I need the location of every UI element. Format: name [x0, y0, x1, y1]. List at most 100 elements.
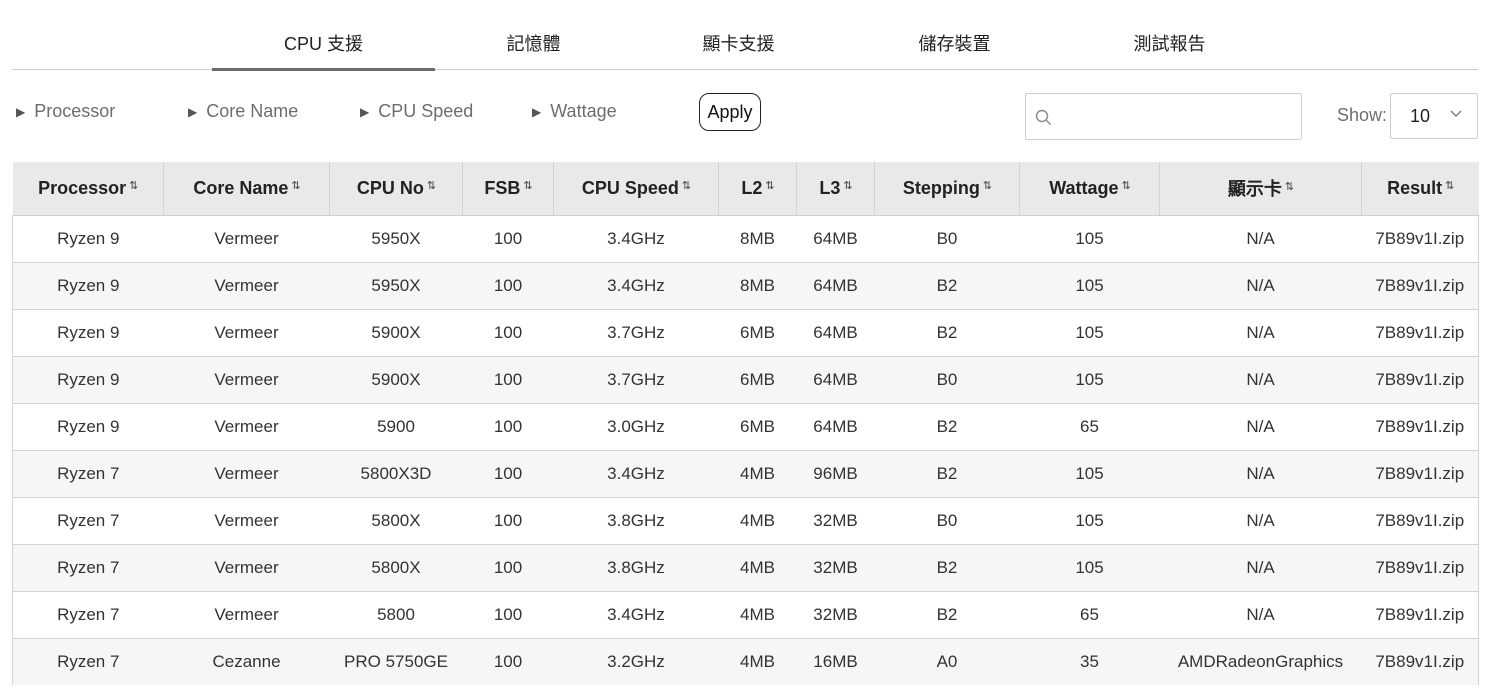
table-row[interactable]: Ryzen 7 Cezanne PRO 5750GE 100 3.2GHz 4MB 16MB…	[12, 637, 1479, 685]
sort-icon[interactable]: ⇅	[1285, 181, 1294, 193]
page-size-select[interactable]: 10	[1390, 93, 1478, 139]
sort-icon[interactable]: ⇅	[983, 180, 992, 192]
filter-core-name[interactable]: ▶ Core Name	[188, 101, 298, 122]
table-cell: 32MB	[796, 590, 875, 638]
table-cell: 6MB	[718, 402, 797, 450]
sort-icon[interactable]: ⇅	[291, 180, 300, 192]
table-cell: Vermeer	[163, 261, 330, 309]
table-cell[interactable]: 7B89v1I.zip	[1361, 214, 1479, 262]
tab-memory[interactable]: 記憶體	[472, 30, 595, 70]
table-cell: 100	[462, 496, 554, 544]
column-header[interactable]: 顯示卡 ⇅	[1159, 162, 1362, 215]
search-input[interactable]	[1058, 102, 1294, 132]
table-cell: 4MB	[718, 496, 797, 544]
table-cell: 3.4GHz	[553, 590, 719, 638]
table-cell[interactable]: 7B89v1I.zip	[1361, 402, 1479, 450]
table-cell: Ryzen 7	[12, 543, 164, 591]
table-cell: N/A	[1159, 590, 1362, 638]
column-header[interactable]: L3 ⇅	[796, 162, 875, 215]
filter-processor[interactable]: ▶ Processor	[16, 101, 115, 122]
table-cell: 3.4GHz	[553, 214, 719, 262]
sort-icon[interactable]: ⇅	[682, 180, 691, 192]
table-cell: B2	[874, 402, 1020, 450]
tab-cpu-support[interactable]: CPU 支援	[212, 30, 435, 71]
table-cell: 5800X	[329, 543, 463, 591]
table-cell: 32MB	[796, 496, 875, 544]
filter-cpu-speed-label: CPU Speed	[378, 101, 474, 121]
chevron-down-icon	[1450, 110, 1462, 117]
table-cell: 3.4GHz	[553, 449, 719, 497]
table-cell: 16MB	[796, 637, 875, 685]
expand-triangle-icon: ▶	[16, 104, 26, 119]
table-row[interactable]: Ryzen 9 Vermeer 5900 100 3.0GHz 6MB 64MB B2 65 N/…	[12, 402, 1479, 450]
column-header-label: Stepping	[902, 177, 980, 198]
table-cell[interactable]: 7B89v1I.zip	[1361, 496, 1479, 544]
table-cell: Ryzen 9	[12, 261, 164, 309]
table-cell[interactable]: 7B89v1I.zip	[1361, 308, 1479, 356]
table-cell: 6MB	[718, 308, 797, 356]
table-row[interactable]: Ryzen 7 Vermeer 5800X3D 100 3.4GHz 4MB 96MB B2 1…	[12, 449, 1479, 497]
column-header[interactable]: Core Name ⇅	[163, 162, 330, 215]
search-box[interactable]	[1025, 93, 1302, 140]
column-header[interactable]: Wattage ⇅	[1019, 162, 1160, 215]
show-label: Show:	[1337, 105, 1388, 125]
table-cell[interactable]: 7B89v1I.zip	[1361, 449, 1479, 497]
table-cell[interactable]: 7B89v1I.zip	[1361, 261, 1479, 309]
apply-button[interactable]: Apply	[699, 93, 761, 131]
sort-icon[interactable]: ⇅	[1445, 180, 1454, 192]
table-cell: 64MB	[796, 308, 875, 356]
table-cell: N/A	[1159, 496, 1362, 544]
table-row[interactable]: Ryzen 9 Vermeer 5950X 100 3.4GHz 8MB 64MB B2 105…	[12, 261, 1479, 309]
column-header-label: CPU Speed	[581, 177, 679, 198]
table-row[interactable]: Ryzen 7 Vermeer 5800 100 3.4GHz 4MB 32MB B2 65 N/…	[12, 590, 1479, 638]
sort-icon[interactable]: ⇅	[843, 180, 852, 192]
sort-icon[interactable]: ⇅	[523, 180, 532, 192]
filter-cpu-speed[interactable]: ▶ CPU Speed	[360, 101, 473, 122]
filter-wattage[interactable]: ▶ Wattage	[532, 101, 617, 122]
column-header[interactable]: CPU Speed ⇅	[553, 162, 719, 215]
tab-storage[interactable]: 儲存裝置	[893, 30, 1016, 70]
column-header[interactable]: CPU No ⇅	[329, 162, 463, 215]
table-cell: 64MB	[796, 261, 875, 309]
table-cell: B0	[874, 496, 1020, 544]
table-row[interactable]: Ryzen 9 Vermeer 5950X 100 3.4GHz 8MB 64MB B0 105…	[12, 214, 1479, 262]
table-row[interactable]: Ryzen 9 Vermeer 5900X 100 3.7GHz 6MB 64MB B2 105…	[12, 308, 1479, 356]
sort-icon[interactable]: ⇅	[765, 180, 774, 192]
table-cell: 64MB	[796, 214, 875, 262]
table-cell: N/A	[1159, 449, 1362, 497]
table-cell: 4MB	[718, 590, 797, 638]
sort-icon[interactable]: ⇅	[427, 180, 436, 192]
table-cell: 100	[462, 449, 554, 497]
table-cell[interactable]: 7B89v1I.zip	[1361, 590, 1479, 638]
column-header[interactable]: Processor ⇅	[12, 162, 164, 215]
table-cell: Vermeer	[163, 449, 330, 497]
table-cell: N/A	[1159, 261, 1362, 309]
column-header[interactable]: Stepping ⇅	[874, 162, 1020, 215]
table-cell: 96MB	[796, 449, 875, 497]
tab-graphics-support[interactable]: 顯卡支援	[677, 30, 800, 70]
table-row[interactable]: Ryzen 7 Vermeer 5800X 100 3.8GHz 4MB 32MB B2 105…	[12, 543, 1479, 591]
tab-test-report[interactable]: 測試報告	[1108, 30, 1231, 70]
table-cell: B2	[874, 449, 1020, 497]
column-header[interactable]: Result ⇅	[1361, 162, 1479, 215]
sort-icon[interactable]: ⇅	[129, 180, 138, 192]
table-cell: Ryzen 9	[12, 355, 164, 403]
table-cell[interactable]: 7B89v1I.zip	[1361, 543, 1479, 591]
table-cell: 64MB	[796, 402, 875, 450]
table-row[interactable]: Ryzen 7 Vermeer 5800X 100 3.8GHz 4MB 32MB B0 105…	[12, 496, 1479, 544]
table-cell: 100	[462, 402, 554, 450]
table-cell: Vermeer	[163, 590, 330, 638]
column-header[interactable]: L2 ⇅	[718, 162, 797, 215]
column-header[interactable]: FSB ⇅	[462, 162, 554, 215]
table-cell: 32MB	[796, 543, 875, 591]
table-cell: N/A	[1159, 355, 1362, 403]
table-cell: 100	[462, 214, 554, 262]
table-cell: 8MB	[718, 214, 797, 262]
table-cell: PRO 5750GE	[329, 637, 463, 685]
table-row[interactable]: Ryzen 9 Vermeer 5900X 100 3.7GHz 6MB 64MB B0 105…	[12, 355, 1479, 403]
table-cell[interactable]: 7B89v1I.zip	[1361, 637, 1479, 685]
table-cell[interactable]: 7B89v1I.zip	[1361, 355, 1479, 403]
table-cell: 105	[1019, 214, 1160, 262]
sort-icon[interactable]: ⇅	[1122, 180, 1131, 192]
table-cell: 105	[1019, 355, 1160, 403]
